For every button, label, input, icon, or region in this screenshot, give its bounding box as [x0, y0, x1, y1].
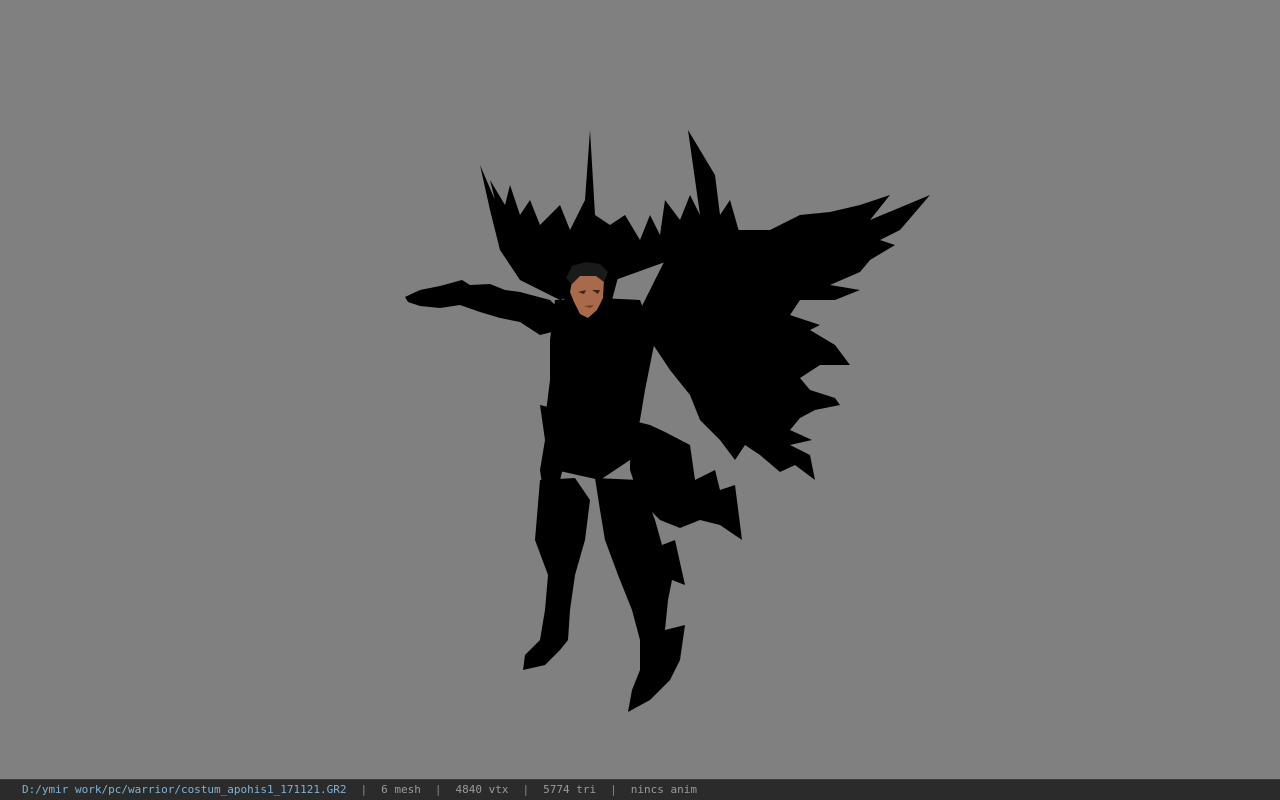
right-wing: [640, 195, 930, 480]
separator: |: [434, 783, 442, 796]
character-model: [405, 130, 930, 712]
mesh-count: 6 mesh: [381, 783, 421, 796]
status-bar: D:/ymir work/pc/warrior/costum_apohis1_1…: [0, 779, 1280, 800]
character-silhouette: [405, 130, 930, 712]
separator: |: [610, 783, 617, 796]
triangle-count: 5774 tri: [543, 783, 597, 796]
anim-status: nincs anim: [630, 783, 697, 796]
separator: |: [360, 783, 368, 796]
vertex-count: 4840 vtx: [455, 783, 509, 796]
separator: |: [522, 783, 530, 796]
left-leg: [523, 478, 590, 670]
file-path: D:/ymir work/pc/warrior/costum_apohis1_1…: [22, 783, 347, 796]
model-viewport[interactable]: [0, 0, 1280, 779]
